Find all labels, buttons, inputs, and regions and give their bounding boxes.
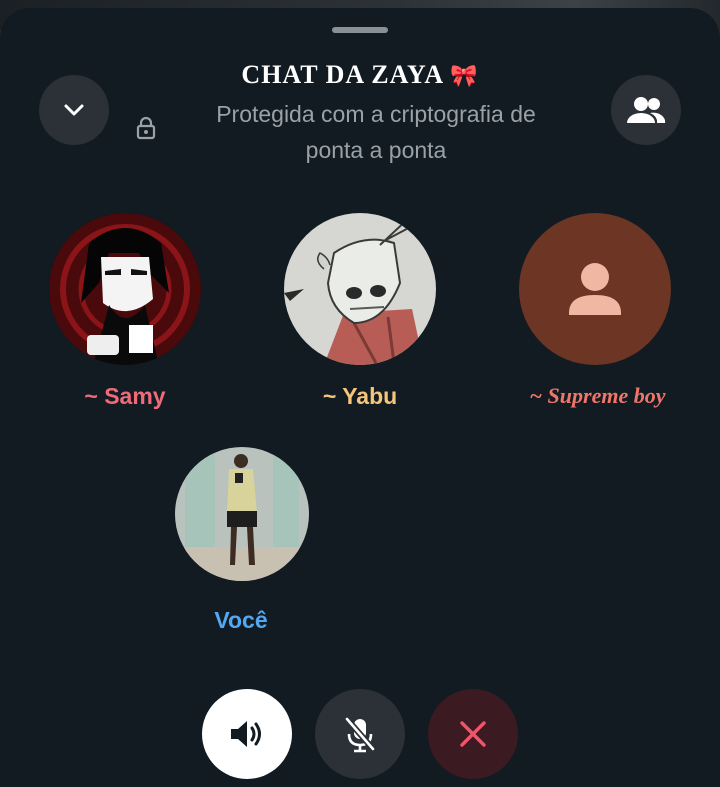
call-title: CHAT DA ZAYA 🎀 xyxy=(150,60,570,90)
collapse-button[interactable] xyxy=(39,75,109,145)
call-title-text: CHAT DA ZAYA xyxy=(241,60,445,89)
drag-handle[interactable] xyxy=(332,27,388,33)
participants-button[interactable] xyxy=(611,75,681,145)
chevron-down-icon xyxy=(64,104,84,116)
avatar-supreme-boy[interactable] xyxy=(519,213,671,365)
mute-button[interactable] xyxy=(315,689,405,779)
participant-name-samy: ~ Samy xyxy=(84,383,166,409)
avatar-yabu[interactable] xyxy=(284,213,436,365)
group-icon xyxy=(627,97,666,123)
close-icon xyxy=(460,721,486,747)
bow-emoji: 🎀 xyxy=(450,63,479,88)
participant-name-voce: Você xyxy=(214,607,268,633)
participant-name-supreme-boy: ~ Supreme boy xyxy=(529,383,666,408)
participant-name-yabu: ~ Yabu xyxy=(322,383,398,409)
person-placeholder-icon xyxy=(569,263,621,315)
avatar-samy[interactable] xyxy=(49,213,201,365)
speaker-button[interactable] xyxy=(202,689,292,779)
mic-off-icon xyxy=(344,717,376,753)
end-call-button[interactable] xyxy=(428,689,518,779)
speaker-icon xyxy=(231,721,261,747)
avatar-voce[interactable] xyxy=(175,447,309,581)
lock-icon xyxy=(136,116,156,140)
encryption-notice: Protegida com a criptografia de ponta a … xyxy=(216,101,536,163)
